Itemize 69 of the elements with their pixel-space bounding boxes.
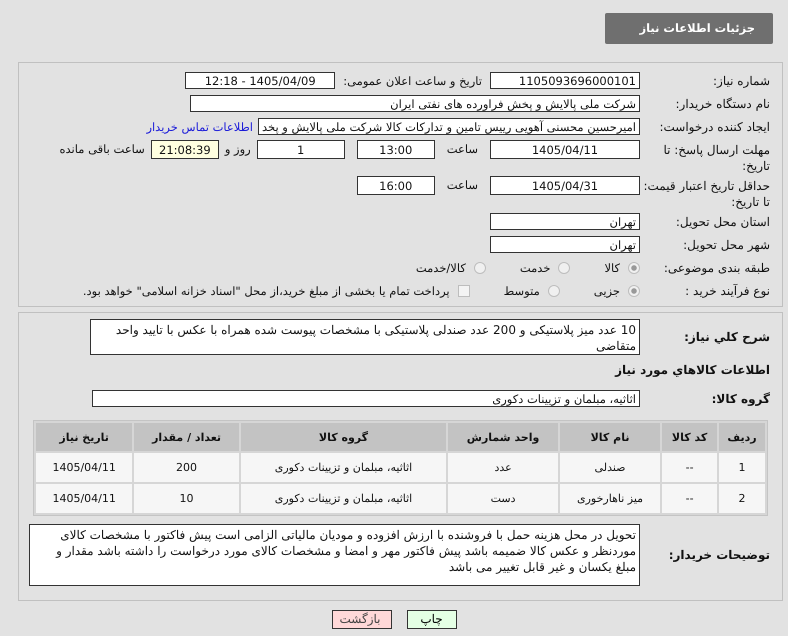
deadline-date-field: 1405/04/11 bbox=[490, 140, 640, 159]
radio-button[interactable] bbox=[628, 262, 640, 274]
field-label: حداقل تاریخ اعتبار قیمت: تا تاریخ: bbox=[642, 178, 770, 210]
buyer-notes-field: تحویل در محل هزینه حمل با فروشنده با ارزش افزوده و مودیان مالیاتی الزامی است پیش فاکتور با مشخصات کالای موردنظر و عکس کالا ضمیمه باشد پیش فاکتور مهر و امضا و مشخصات کالای مورد درخواست را داشته باشد مقدار و مبلغ یکسان و غیر قابل تغییر می باشد bbox=[29, 524, 640, 586]
field-label: شرح کلي نیاز: bbox=[683, 329, 770, 345]
radio-label: جزیی bbox=[594, 284, 620, 298]
radio-label: متوسط bbox=[504, 284, 540, 298]
table-cell: دست bbox=[448, 484, 558, 513]
field-label: مهلت ارسال پاسخ: تا تاریخ: bbox=[662, 142, 770, 174]
radio-button[interactable] bbox=[474, 262, 486, 274]
field-label: تاریخ و ساعت اعلان عمومی: bbox=[343, 74, 482, 88]
column-header: واحد شمارش bbox=[448, 423, 558, 451]
table-cell: -- bbox=[662, 484, 718, 513]
deadline-time-field: 13:00 bbox=[356, 140, 435, 159]
announce-date-field: 1405/04/09 - 12:18 bbox=[185, 72, 336, 89]
field-label: ایجاد کننده درخواست: bbox=[658, 118, 770, 134]
requester-field: امیرحسین محسنی آهویی رییس تامین و تدارکات کالا شرکت ملی پالایش و پخد bbox=[258, 118, 640, 135]
field-label: روز و bbox=[224, 142, 251, 156]
column-header: کد کالا bbox=[662, 423, 718, 451]
column-header: نام کالا bbox=[560, 423, 660, 451]
field-label: توضیحات خریدار: bbox=[668, 547, 770, 563]
table-cell: عدد bbox=[448, 453, 558, 482]
column-header: گروه کالا bbox=[240, 423, 446, 451]
remaining-time-field: 21:08:39 bbox=[150, 140, 219, 159]
checkbox-label: پرداخت تمام یا بخشی از مبلغ خرید،از محل "اسناد خزانه اسلامی" خواهد بود. bbox=[82, 284, 450, 298]
field-label: گروه کالا: bbox=[710, 390, 770, 406]
field-label: طبقه بندی موضوعی: bbox=[662, 260, 770, 276]
column-header: تاریخ نیاز bbox=[36, 423, 132, 451]
city-field: تهران bbox=[490, 236, 640, 253]
buyer-contact-link[interactable]: اطلاعات تماس خریدار bbox=[146, 120, 253, 134]
validity-date-field: 1405/04/31 bbox=[490, 176, 640, 195]
column-header: ردیف bbox=[719, 423, 765, 451]
need-number-field: 1105093696000101 bbox=[490, 72, 640, 89]
checkbox[interactable] bbox=[458, 284, 470, 296]
days-field: 1 bbox=[256, 140, 345, 159]
table-cell: 1405/04/11 bbox=[36, 453, 132, 482]
field-label: شهر محل تحویل: bbox=[682, 236, 770, 252]
radio-label: کالا/خدمت bbox=[416, 260, 466, 274]
column-header: تعداد / مقدار bbox=[134, 423, 239, 451]
section-title: اطلاعات کالاهاي مورد نیاز bbox=[615, 362, 770, 376]
table-cell: صندلی bbox=[560, 453, 660, 482]
goods-group-field: اثاثیه، مبلمان و تزیینات دکوری bbox=[92, 390, 640, 407]
table-cell: 200 bbox=[134, 453, 239, 482]
table-cell: -- bbox=[662, 453, 718, 482]
field-label: ساعت باقی مانده bbox=[60, 142, 145, 156]
validity-time-field: 16:00 bbox=[356, 176, 435, 195]
print-button[interactable]: چاپ bbox=[406, 610, 456, 629]
table-cell: 1 bbox=[719, 453, 765, 482]
province-field: تهران bbox=[490, 213, 640, 230]
field-label: نام دستگاه خریدار: bbox=[674, 96, 770, 112]
table-cell: اثاثیه، مبلمان و تزیینات دکوری bbox=[240, 453, 446, 482]
table-cell: 1405/04/11 bbox=[36, 484, 132, 513]
radio-button[interactable] bbox=[628, 284, 640, 296]
radio-button[interactable] bbox=[548, 284, 560, 296]
field-label: ساعت bbox=[446, 178, 478, 192]
field-label: نوع فرآیند خرید : bbox=[684, 282, 770, 298]
radio-label: خدمت bbox=[520, 260, 550, 274]
table-cell: اثاثیه، مبلمان و تزیینات دکوری bbox=[240, 484, 446, 513]
table-cell: 2 bbox=[719, 484, 765, 513]
field-label: ساعت bbox=[446, 142, 478, 156]
radio-label: کالا bbox=[604, 260, 620, 274]
radio-button[interactable] bbox=[558, 262, 570, 274]
back-button[interactable]: بازگشت bbox=[332, 610, 392, 629]
table-cell: 10 bbox=[134, 484, 239, 513]
table-cell: میز ناهارخوری bbox=[560, 484, 660, 513]
buyer-org-field: شرکت ملی پالایش و پخش فراورده های نفتی ایران bbox=[190, 95, 640, 112]
description-field: 10 عدد میز پلاستیکی و 200 عدد صندلی پلاستیکی با مشخصات پیوست شده همراه با عکس با تایید واحد متقاضی bbox=[90, 319, 640, 355]
field-label: شماره نیاز: bbox=[712, 72, 770, 88]
field-label: استان محل تحویل: bbox=[674, 214, 770, 230]
